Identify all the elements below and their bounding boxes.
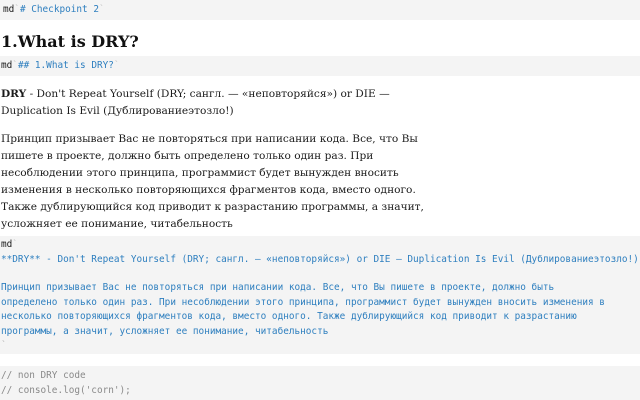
backtick-open: ` bbox=[12, 239, 18, 250]
heading-what-is-dry: 1.What is DRY? bbox=[1, 32, 139, 51]
cell-prefix: md bbox=[1, 239, 13, 250]
code-line: md`# Checkpoint 2` bbox=[3, 3, 640, 17]
code-comment-line: // console.log('corn'); bbox=[1, 384, 131, 396]
backtick-close: ` bbox=[1, 340, 7, 351]
cell-prefix: md bbox=[1, 60, 13, 71]
backtick-close: ` bbox=[113, 60, 120, 71]
code-line: md` bbox=[1, 238, 640, 253]
markdown-code: ## 1.What is DRY? bbox=[17, 60, 114, 71]
markdown-code-line-1: **DRY** - Don't Repeat Yourself (DRY; са… bbox=[1, 253, 639, 265]
code-comment-line: // non DRY code bbox=[1, 370, 86, 381]
code-line: md`## 1.What is DRY?` bbox=[1, 59, 640, 73]
markdown-source-cell-paragraphs[interactable]: md` **DRY** - Don't Repeat Yourself (DRY… bbox=[0, 236, 640, 354]
rendered-heading-output: 1.What is DRY? bbox=[0, 30, 640, 54]
paragraph-text: - Don't Repeat Yourself (DRY; сангл. — «… bbox=[1, 88, 390, 117]
cell-prefix: md bbox=[3, 4, 15, 15]
paragraph-dry-definition: DRY - Don't Repeat Yourself (DRY; сангл.… bbox=[1, 86, 435, 120]
javascript-code-cell[interactable]: // non DRY code // console.log('corn'); bbox=[0, 366, 640, 400]
paragraph-dry-principle: Принцип призывает Вас не повторяться при… bbox=[1, 133, 424, 230]
markdown-code: # Checkpoint 2 bbox=[19, 4, 99, 15]
markdown-code-line-2: Принцип призывает Вас не повторяться при… bbox=[1, 282, 605, 337]
bold-term-dry: DRY bbox=[1, 88, 27, 100]
rendered-paragraph-output: DRY - Don't Repeat Yourself (DRY; сангл.… bbox=[0, 86, 435, 233]
markdown-source-cell-checkpoint[interactable]: md`# Checkpoint 2` bbox=[0, 0, 640, 20]
markdown-source-cell-heading[interactable]: md`## 1.What is DRY?` bbox=[0, 56, 640, 76]
backtick-close: ` bbox=[98, 4, 105, 15]
